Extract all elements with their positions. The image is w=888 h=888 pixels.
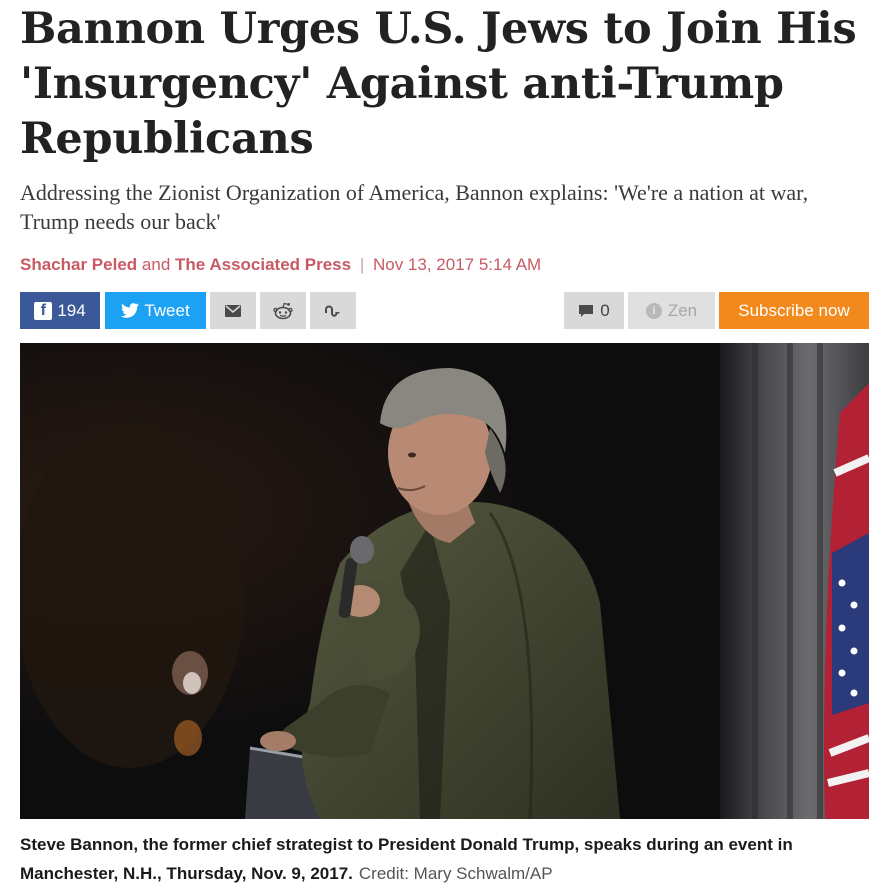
facebook-share-button[interactable]: f 194 [20,292,100,329]
twitter-bird-icon [121,303,140,318]
stumbleupon-share-button[interactable] [310,292,356,329]
publish-date: Nov 13, 2017 5:14 AM [372,255,542,274]
subscribe-label: Subscribe now [738,300,850,320]
reddit-share-button[interactable] [260,292,306,329]
facebook-icon: f [34,301,53,320]
envelope-icon [225,304,241,317]
share-toolbar: f 194 Tweet 0 i Zen Subscribe now [20,292,869,329]
article-photo [20,343,869,819]
reddit-alien-icon [273,302,293,320]
email-share-button[interactable] [210,292,256,329]
zen-info-icon: i [645,302,662,319]
byline-separator: | [359,255,365,274]
article-subheadline: Addressing the Zionist Organization of A… [20,180,809,234]
author-link-associated-press[interactable]: The Associated Press [175,255,351,274]
zen-label: Zen [667,300,698,320]
stumbleupon-icon [324,304,342,318]
tweet-label: Tweet [144,300,190,320]
zen-mode-button[interactable]: i Zen [628,292,715,329]
comment-count: 0 [600,300,610,320]
author-link-shachar-peled[interactable]: Shachar Peled [20,255,137,274]
comment-bubble-icon [578,304,594,318]
photo-credit: Credit: Mary Schwalm/AP [358,864,553,883]
facebook-share-count: 194 [57,300,86,320]
photo-caption: Steve Bannon, the former chief strategis… [20,830,870,888]
tweet-button[interactable]: Tweet [105,292,206,329]
byline-conjunction: and [141,255,171,274]
bannon-speaking-image [20,343,869,819]
comments-button[interactable]: 0 [564,292,624,329]
article-headline: Bannon Urges U.S. Jews to Join His 'Insu… [20,4,857,164]
byline: Shachar Peled and The Associated Press |… [20,254,541,276]
subscribe-button[interactable]: Subscribe now [719,292,869,329]
